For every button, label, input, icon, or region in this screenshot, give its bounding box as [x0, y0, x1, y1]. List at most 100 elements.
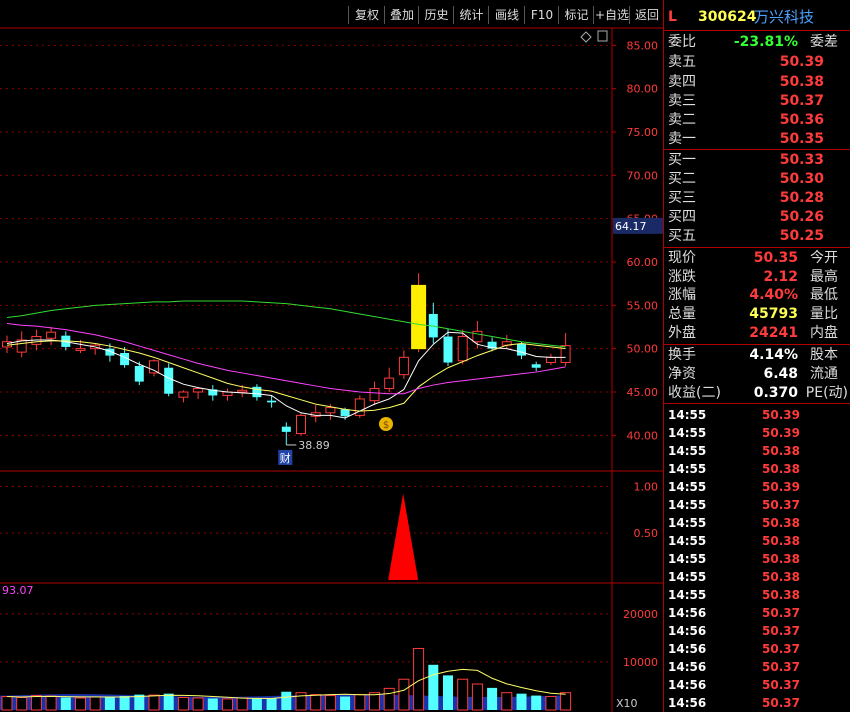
quote-row: 换手 4.14% 股本 [668, 346, 848, 364]
quote-row: 委比 -23.81% 委差 [668, 33, 848, 51]
volume-bar [443, 675, 453, 710]
quote-value: 50.37 [779, 93, 824, 109]
candle-body [340, 409, 350, 417]
quote-label: 买二 [668, 171, 696, 187]
panel-divider [664, 344, 850, 345]
tick-price: 50.37 [762, 606, 800, 620]
price-axis-label: 75.00 [627, 126, 659, 139]
volume-bar [545, 696, 557, 711]
tick-row: 14:56 50.37 [668, 676, 848, 694]
candle-body [46, 331, 57, 339]
volume-bar [177, 697, 189, 711]
quote-suffix-label: 最低 [810, 287, 838, 303]
volume-axis-label: 20000 [623, 608, 658, 621]
price-axis-label: 60.00 [627, 256, 659, 269]
tick-price: 50.37 [762, 642, 800, 656]
panel-divider [664, 403, 850, 404]
candle-body [457, 336, 468, 362]
tick-time: 14:55 [668, 444, 707, 458]
tick-row: 14:55 50.38 [668, 568, 848, 586]
tick-time: 14:55 [668, 426, 707, 440]
quote-label: 收益(二) [668, 385, 721, 401]
tick-time: 14:56 [668, 624, 707, 638]
tick-row: 14:56 50.37 [668, 640, 848, 658]
quote-value: 4.14% [749, 347, 798, 363]
tick-row: 14:56 50.37 [668, 622, 848, 640]
volume-bar [471, 683, 483, 711]
tick-price: 50.38 [762, 552, 800, 566]
volume-bar [354, 694, 366, 711]
volume-bar [30, 695, 42, 711]
volume-bar [222, 698, 233, 711]
quote-label: 卖一 [668, 131, 696, 147]
money-bag-symbol: $ [383, 420, 389, 431]
quote-label: 涨跌 [668, 269, 696, 285]
quote-row: 卖四 50.38 [668, 73, 848, 91]
candle-body [149, 360, 159, 374]
tick-time: 14:55 [668, 498, 707, 512]
quote-suffix-label: 流通 [810, 366, 838, 382]
candle-body [531, 364, 541, 368]
quote-value: 6.48 [763, 366, 798, 382]
tick-price: 50.39 [762, 426, 800, 440]
candle-body [193, 388, 204, 393]
candle-body [134, 366, 144, 382]
tick-time: 14:56 [668, 642, 707, 656]
volume-bar [104, 696, 115, 710]
volume-readout: 93.07 [2, 584, 34, 597]
tick-price: 50.37 [762, 624, 800, 638]
volume-bar [531, 695, 542, 710]
volume-bar [207, 698, 218, 710]
quote-row: 收益(二) 0.370 PE(动) [668, 384, 848, 402]
quote-value: 4.40% [749, 287, 798, 303]
quote-label: 净资 [668, 366, 696, 382]
volume-bar [148, 694, 160, 711]
volume-bar [340, 696, 351, 710]
quote-suffix-label: 量比 [810, 306, 838, 322]
candle-body [443, 336, 453, 363]
quote-value: 50.30 [779, 171, 824, 187]
volume-bar [119, 696, 130, 710]
tick-row: 14:55 50.39 [668, 406, 848, 424]
candle-body [369, 388, 380, 402]
tick-price: 50.37 [762, 678, 800, 692]
quote-value: 50.36 [779, 112, 824, 128]
tick-time: 14:56 [668, 606, 707, 620]
volume-bar [89, 696, 101, 711]
quote-value: 2.12 [763, 269, 798, 285]
tick-price: 50.38 [762, 534, 800, 548]
quote-suffix-label: 股本 [810, 347, 838, 363]
tick-time: 14:55 [668, 480, 707, 494]
low-price-label: 38.89 [298, 439, 330, 452]
quote-label: 委比 [668, 34, 696, 50]
panel-divider [664, 149, 850, 150]
quote-row: 净资 6.48 流通 [668, 365, 848, 383]
candlestick-chart: 85.0080.0075.0070.0065.0060.0055.0050.00… [0, 27, 663, 712]
tick-price: 50.38 [762, 588, 800, 602]
tick-price: 50.37 [762, 660, 800, 674]
volume-bar [501, 692, 513, 711]
tick-price: 50.37 [762, 498, 800, 512]
quote-label: 外盘 [668, 325, 696, 341]
tick-price: 50.38 [762, 462, 800, 476]
tick-time: 14:56 [668, 660, 707, 674]
tick-time: 14:55 [668, 462, 707, 476]
tick-row: 14:55 50.39 [668, 424, 848, 442]
volume-bar [398, 678, 410, 711]
quote-row: 买二 50.30 [668, 170, 848, 188]
quote-row: 买一 50.33 [668, 151, 848, 169]
tick-price: 50.38 [762, 570, 800, 584]
panel-divider [664, 247, 850, 248]
candle-body [398, 356, 409, 376]
price-axis-label: 85.00 [627, 39, 659, 52]
quote-suffix-label: 内盘 [810, 325, 838, 341]
tick-row: 14:55 50.38 [668, 586, 848, 604]
quote-label: 买一 [668, 152, 696, 168]
price-axis-label: 40.00 [627, 429, 659, 442]
quote-suffix-label: PE(动) [805, 385, 848, 401]
volume-bar [236, 697, 248, 711]
ma-line-ma10 [6, 340, 566, 412]
price-axis-label: 45.00 [627, 386, 659, 399]
volume-bar [383, 687, 395, 711]
candle-body [178, 391, 189, 398]
